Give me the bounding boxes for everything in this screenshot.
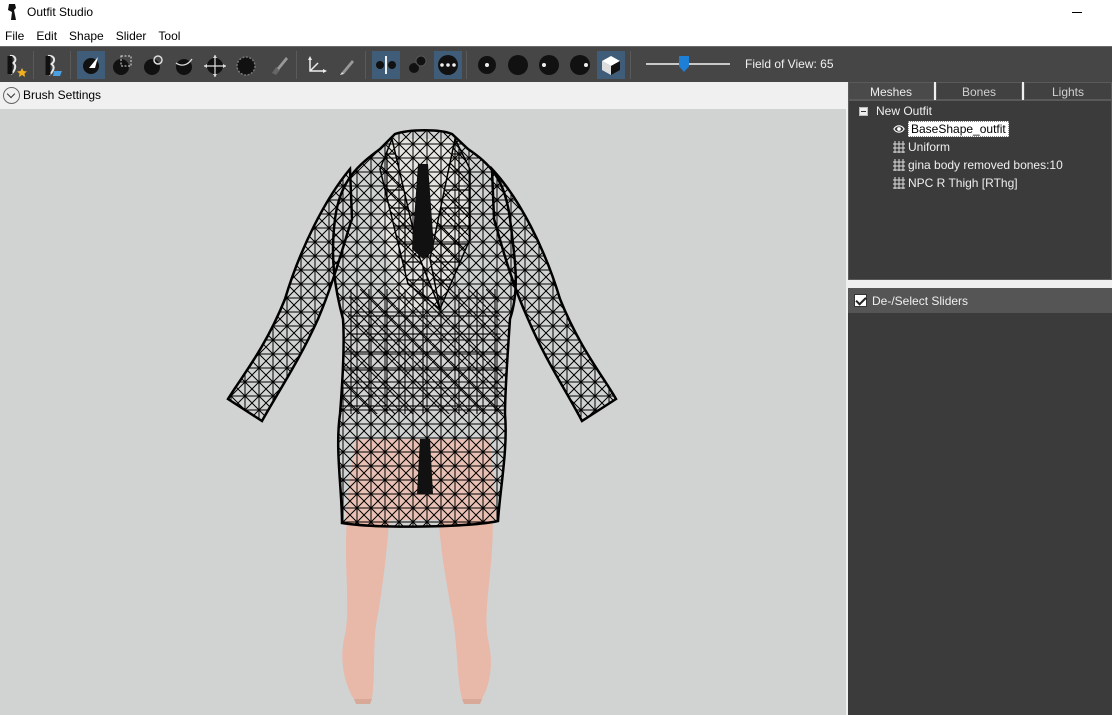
inflate-brush-button[interactable] <box>139 51 167 79</box>
mesh-grid-icon <box>893 177 905 189</box>
fov-slider-thumb[interactable] <box>679 56 689 72</box>
vertex-mode-icon <box>409 55 427 73</box>
tree-item-label: Uniform <box>908 140 951 154</box>
load-outfit-icon <box>45 54 62 76</box>
deflate-brush-button[interactable] <box>170 51 198 79</box>
menu-edit[interactable]: Edit <box>30 26 63 46</box>
3d-viewport[interactable] <box>0 109 846 715</box>
legs <box>342 509 493 704</box>
eye-icon[interactable] <box>893 123 905 135</box>
light-mode-icon <box>478 56 496 74</box>
smooth-shading-icon <box>570 55 590 75</box>
minimize-button[interactable] <box>1062 0 1092 24</box>
window-title: Outfit Studio <box>27 5 94 19</box>
tree-item-gina-body[interactable]: gina body removed bones:10 <box>893 157 1063 173</box>
mesh-grid-icon <box>893 141 905 153</box>
app-icon <box>8 4 16 20</box>
mesh-tree: New Outfit BaseShape_outfit Uniform gina… <box>848 100 1112 280</box>
title-bar: Outfit Studio <box>0 0 1112 24</box>
light-mode-button[interactable] <box>473 51 501 79</box>
sliders-header: De-/Select Sliders <box>848 288 1112 313</box>
panel-tabs: Meshes Bones Lights <box>848 82 1112 100</box>
tree-item-npc-r-thigh[interactable]: NPC R Thigh [RThg] <box>893 175 1018 191</box>
tree-item-baseshape[interactable]: BaseShape_outfit <box>893 121 1009 137</box>
menu-file[interactable]: File <box>0 26 30 46</box>
cube-view-button[interactable] <box>597 51 625 79</box>
weight-paint-button[interactable] <box>264 51 292 79</box>
tree-root[interactable]: New Outfit <box>859 104 932 118</box>
tab-lights[interactable]: Lights <box>1024 82 1112 100</box>
menu-slider[interactable]: Slider <box>110 26 153 46</box>
menu-tool[interactable]: Tool <box>152 26 186 46</box>
smooth-brush-icon <box>236 56 256 76</box>
pivot-button[interactable] <box>333 51 361 79</box>
move-brush-button[interactable] <box>201 51 229 79</box>
flat-shading-button[interactable] <box>535 51 563 79</box>
mask-brush-icon <box>113 55 132 75</box>
mask-brush-button[interactable] <box>108 51 136 79</box>
chevron-down-icon[interactable] <box>3 87 20 104</box>
jacket-wireframe <box>226 129 618 528</box>
mirror-x-button[interactable] <box>372 51 400 79</box>
fov-label: Field of View: 65 <box>745 57 834 71</box>
tree-item-label: BaseShape_outfit <box>908 121 1009 137</box>
new-project-button[interactable] <box>2 51 30 79</box>
tree-item-label: NPC R Thigh [RThg] <box>908 176 1018 190</box>
toolbar: Field of View: 65 <box>0 46 1112 82</box>
smooth-brush-button[interactable] <box>232 51 260 79</box>
menu-bar: File Edit Shape Slider Tool <box>0 26 1112 46</box>
tree-item-uniform[interactable]: Uniform <box>893 139 950 155</box>
inflate-brush-icon <box>144 55 163 75</box>
tree-root-label: New Outfit <box>876 104 933 118</box>
move-brush-icon <box>204 55 226 77</box>
tree-item-label: gina body removed bones:10 <box>908 158 1063 172</box>
vertex-mode-button[interactable] <box>403 51 431 79</box>
smooth-shading-button[interactable] <box>566 51 594 79</box>
brush-settings-header[interactable]: Brush Settings <box>0 82 846 109</box>
right-panel: Meshes Bones Lights New Outfit BaseShape… <box>846 82 1112 715</box>
select-sliders-checkbox[interactable] <box>854 294 867 307</box>
tab-bones[interactable]: Bones <box>936 82 1022 100</box>
menu-shape[interactable]: Shape <box>63 26 110 46</box>
deflate-brush-icon <box>175 58 193 75</box>
collapse-icon[interactable] <box>859 107 868 116</box>
select-brush-button[interactable] <box>77 51 105 79</box>
mirror-x-icon <box>376 56 396 74</box>
new-project-icon <box>7 54 27 77</box>
sliders-panel <box>848 313 1112 715</box>
mesh-grid-icon <box>893 159 905 171</box>
wireframe-mode-icon <box>438 55 458 75</box>
flat-shading-icon <box>539 55 559 75</box>
transform-button[interactable] <box>302 51 330 79</box>
outfit-model[interactable] <box>0 109 846 715</box>
cube-view-icon <box>602 56 620 75</box>
transform-icon <box>308 56 327 73</box>
sliders-label: De-/Select Sliders <box>872 294 969 308</box>
wireframe-mode-button[interactable] <box>434 51 462 79</box>
texture-mode-button[interactable] <box>504 51 532 79</box>
load-outfit-button[interactable] <box>38 51 66 79</box>
weight-paint-icon <box>272 57 288 75</box>
texture-mode-icon <box>508 55 528 75</box>
select-brush-icon <box>83 57 99 74</box>
tab-meshes[interactable]: Meshes <box>848 82 934 100</box>
pivot-icon <box>340 60 354 75</box>
brush-settings-label: Brush Settings <box>23 88 102 102</box>
